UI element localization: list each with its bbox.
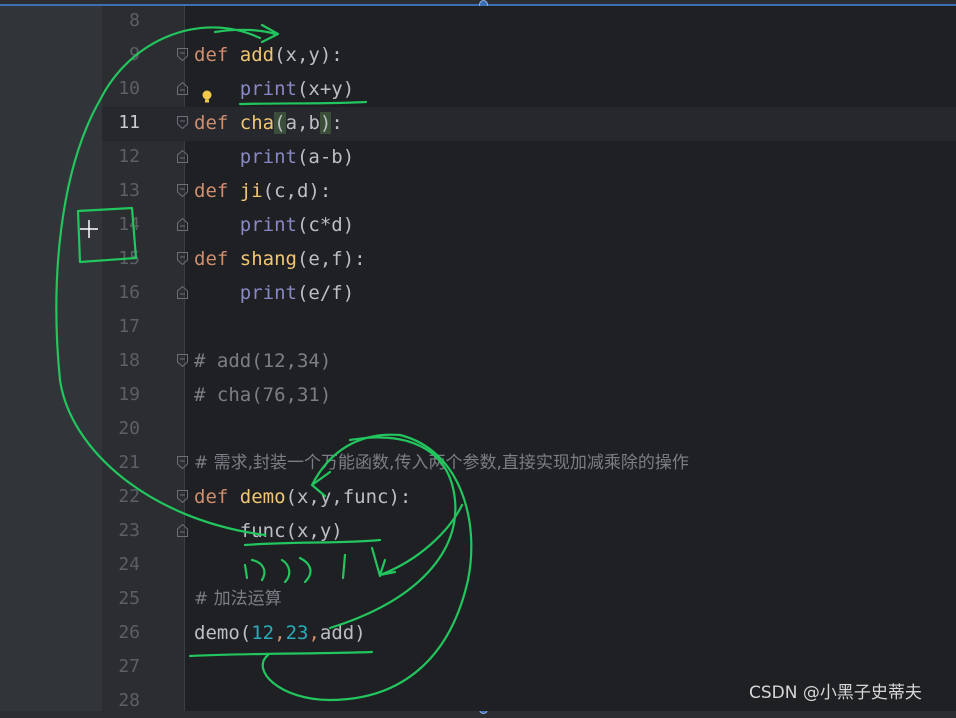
line-number: 21 (118, 452, 140, 473)
watermark: CSDN @小黑子史蒂夫 (749, 683, 922, 703)
line-number: 17 (118, 316, 140, 337)
fold-end-icon[interactable] (177, 218, 188, 231)
line-number: 19 (118, 384, 140, 405)
code-comment: # 需求,封装一个万能函数,传入两个参数,直接实现加减乘除的操作 (194, 453, 689, 473)
code-line[interactable]: 20 (0, 412, 956, 446)
code-text: print(e/f) (239, 282, 355, 304)
code-text: def ji(c,d): (194, 180, 332, 202)
code-line[interactable]: 15 def shang(e,f): (0, 242, 956, 276)
line-number: 10 (118, 78, 140, 99)
code-text: print(a-b) (239, 146, 355, 168)
code-line[interactable]: 21 # 需求,封装一个万能函数,传入两个参数,直接实现加减乘除的操作 (0, 446, 956, 480)
line-number: 20 (118, 418, 140, 439)
code-comment: # cha(76,31) (194, 384, 332, 406)
line-number: 18 (118, 350, 140, 371)
fold-open-icon[interactable] (177, 252, 188, 265)
line-number: 26 (118, 622, 140, 643)
code-line[interactable]: 8 (0, 4, 956, 38)
fold-open-icon[interactable] (177, 184, 188, 197)
code-comment: # add(12,34) (194, 350, 332, 372)
code-line[interactable]: 13 def ji(c,d): (0, 174, 956, 208)
code-text: def add(x,y): (194, 44, 343, 66)
code-text: demo(12,23,add) (194, 622, 366, 644)
line-number: 14 (118, 214, 140, 235)
crosshair-cursor-icon (80, 220, 98, 238)
code-line[interactable]: 25 # 加法运算 (0, 582, 956, 616)
code-line[interactable]: 23 func(x,y) (0, 514, 956, 548)
code-line[interactable]: 26 demo(12,23,add) (0, 616, 956, 650)
fold-end-icon[interactable] (177, 286, 188, 299)
fold-open-icon[interactable] (177, 456, 188, 469)
code-editor[interactable]: 8 9 def add(x,y): 10 print(x+y) 11 def c… (0, 0, 956, 714)
code-line[interactable]: 12 print(a-b) (0, 140, 956, 174)
fold-open-icon[interactable] (177, 354, 188, 367)
code-line[interactable]: 17 (0, 310, 956, 344)
code-text: def demo(x,y,func): (194, 486, 412, 508)
line-number: 28 (118, 690, 140, 711)
line-number: 11 (118, 112, 140, 133)
line-number: 16 (118, 282, 140, 303)
code-line[interactable]: 9 def add(x,y): (0, 38, 956, 72)
fold-open-icon[interactable] (177, 48, 188, 61)
code-text: print(x+y) (239, 78, 355, 100)
code-line[interactable]: 10 print(x+y) (0, 72, 956, 106)
fold-end-icon[interactable] (177, 82, 188, 95)
fold-open-icon[interactable] (177, 116, 188, 129)
code-line[interactable]: 16 print(e/f) (0, 276, 956, 310)
code-line[interactable]: 18 # add(12,34) (0, 344, 956, 378)
line-number: 9 (129, 44, 140, 65)
code-line[interactable]: 19 # cha(76,31) (0, 378, 956, 412)
line-number: 23 (118, 520, 140, 541)
code-text: def cha(a,b): (194, 112, 343, 134)
line-number: 8 (129, 10, 140, 31)
line-number: 22 (118, 486, 140, 507)
line-number: 24 (118, 554, 140, 575)
code-line[interactable]: 11 def cha(a,b): (0, 106, 956, 140)
lightbulb-icon[interactable] (201, 90, 213, 104)
line-number: 13 (118, 180, 140, 201)
fold-open-icon[interactable] (177, 490, 188, 503)
fold-end-icon[interactable] (177, 524, 188, 537)
code-line[interactable]: 14 print(c*d) (0, 208, 956, 242)
code-text: func(x,y) (239, 520, 343, 542)
fold-end-icon[interactable] (177, 150, 188, 163)
line-number: 12 (118, 146, 140, 167)
code-line[interactable]: 24 (0, 548, 956, 582)
line-number: 15 (118, 248, 140, 269)
code-text: print(c*d) (239, 214, 355, 236)
code-text: def shang(e,f): (194, 248, 366, 270)
code-comment: # 加法运算 (194, 589, 282, 609)
line-number: 27 (118, 656, 140, 677)
line-number: 25 (118, 588, 140, 609)
code-line[interactable]: 22 def demo(x,y,func): (0, 480, 956, 514)
